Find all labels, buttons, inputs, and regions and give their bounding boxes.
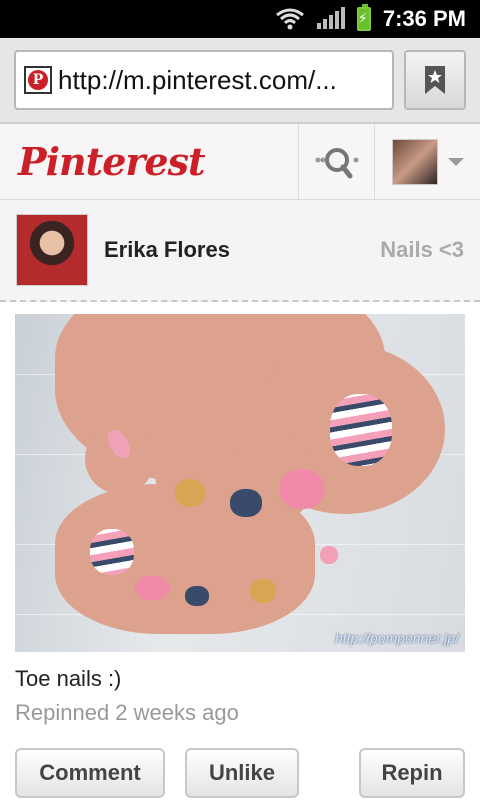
search-button[interactable] xyxy=(298,123,374,200)
status-time: 7:36 PM xyxy=(382,6,466,31)
repin-button[interactable]: Repin xyxy=(359,748,465,798)
pinterest-favicon-icon: P xyxy=(24,66,52,94)
pin-meta: Repinned 2 weeks ago xyxy=(15,700,239,725)
wifi-icon xyxy=(275,8,304,30)
status-bar: 7:36 PM xyxy=(0,0,480,38)
pinterest-header: Pinterest xyxy=(0,123,480,200)
chevron-down-icon xyxy=(447,157,464,166)
browser-url-bar: P http://m.pinterest.com/... xyxy=(0,38,480,124)
image-watermark: http://pomponner.jp/ xyxy=(334,630,459,646)
bookmark-button[interactable] xyxy=(404,50,466,110)
board-name[interactable]: Nails <3 xyxy=(380,237,464,263)
url-text: http://m.pinterest.com/... xyxy=(58,64,337,95)
user-menu-button[interactable] xyxy=(374,123,480,200)
bookmark-star-icon xyxy=(425,66,445,94)
signal-icon xyxy=(316,7,345,29)
pin-caption: Toe nails :) xyxy=(15,666,122,691)
comment-button[interactable]: Comment xyxy=(15,748,165,798)
user-avatar xyxy=(391,138,438,185)
unlike-button[interactable]: Unlike xyxy=(185,748,299,798)
pinterest-logo[interactable]: Pinterest xyxy=(0,139,298,184)
battery-charging-icon xyxy=(356,4,371,31)
pin-content: http://pomponner.jp/ Toe nails :) Repinn… xyxy=(0,302,480,798)
pin-image[interactable]: http://pomponner.jp/ xyxy=(15,314,465,652)
pinner-name[interactable]: Erika Flores xyxy=(104,237,380,263)
pinner-avatar[interactable] xyxy=(16,214,88,286)
search-icon xyxy=(315,147,358,178)
pin-actions: Comment Unlike Repin xyxy=(15,748,465,798)
pinner-row: Erika Flores Nails <3 xyxy=(0,200,480,302)
url-field[interactable]: P http://m.pinterest.com/... xyxy=(14,50,394,110)
